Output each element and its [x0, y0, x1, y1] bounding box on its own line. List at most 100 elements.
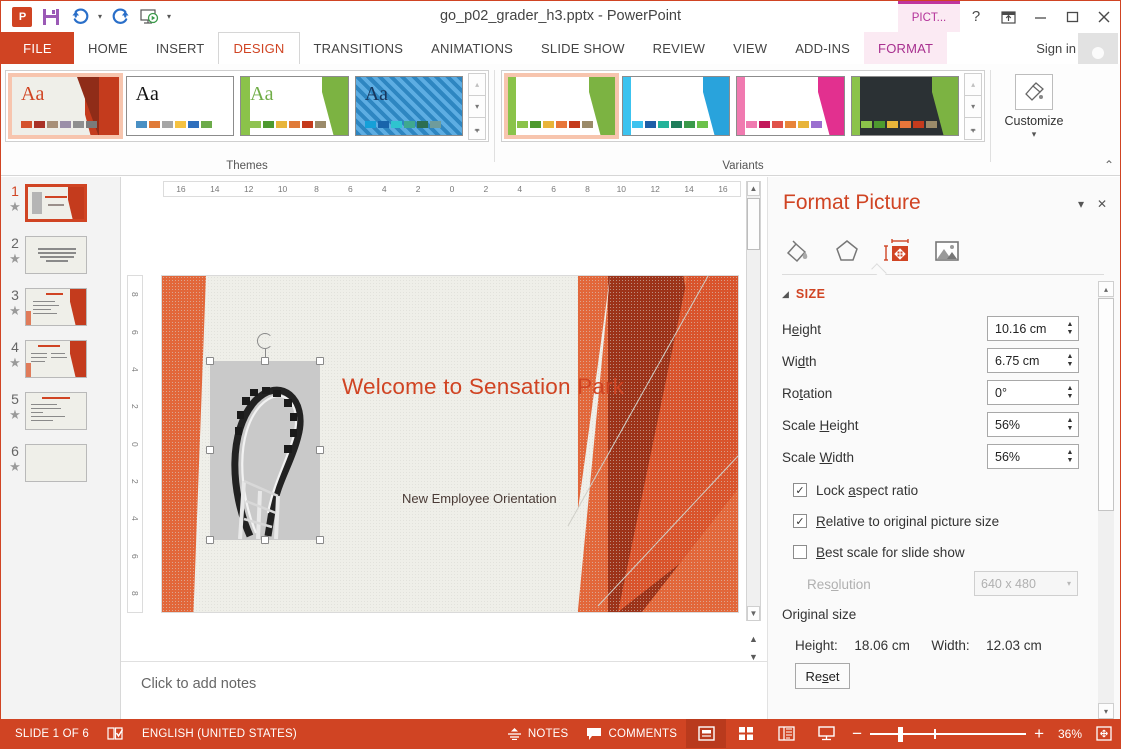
variant-thumbnail[interactable] — [621, 76, 731, 136]
tab-format[interactable]: FORMAT — [864, 32, 948, 64]
theme-thumbnail[interactable]: Aa — [354, 76, 464, 136]
collapse-ribbon-icon[interactable]: ⌃ — [1104, 158, 1114, 172]
notes-button[interactable]: NOTES — [498, 719, 578, 748]
tab-review[interactable]: REVIEW — [639, 32, 719, 64]
theme-thumbnail[interactable]: Aa — [8, 73, 123, 139]
slide-thumbnail-5[interactable]: 5 ★ — [1, 385, 120, 437]
fill-and-line-icon[interactable] — [782, 236, 812, 266]
rotation-value[interactable]: 0° — [988, 386, 1062, 400]
height-value[interactable]: 10.16 cm — [988, 322, 1062, 336]
normal-view-button[interactable] — [686, 719, 727, 748]
checkbox-box[interactable] — [793, 545, 807, 559]
slide-thumbnail-1[interactable]: 1 ★ — [1, 177, 120, 229]
tab-transitions[interactable]: TRANSITIONS — [300, 32, 418, 64]
close-button[interactable] — [1088, 1, 1120, 32]
reading-view-button[interactable] — [766, 719, 806, 748]
checkbox-box[interactable]: ✓ — [793, 483, 807, 497]
comments-button[interactable]: COMMENTS — [577, 719, 686, 748]
size-and-properties-icon[interactable] — [882, 236, 912, 266]
panel-scroll-down-icon[interactable]: ▾ — [1098, 703, 1114, 719]
section-expander-icon[interactable]: ◢ — [782, 289, 789, 300]
variant-thumbnail[interactable] — [504, 73, 619, 139]
tab-add-ins[interactable]: ADD-INS — [781, 32, 864, 64]
customize-button[interactable]: Customize ▾ — [994, 74, 1074, 140]
scrollbar-thumb[interactable] — [747, 198, 760, 250]
scale-height-stepper[interactable]: 56% ▲ ▼ — [987, 412, 1079, 437]
slide-sorter-view-button[interactable] — [726, 719, 766, 748]
variant-thumbnail[interactable] — [736, 76, 845, 136]
notes-pane[interactable]: Click to add notes — [121, 661, 767, 719]
language-status[interactable]: ENGLISH (UNITED STATES) — [133, 719, 306, 748]
picture-icon[interactable] — [932, 236, 962, 266]
redo-icon[interactable] — [107, 4, 133, 29]
undo-icon[interactable] — [67, 4, 93, 29]
slide-thumbnail-6[interactable]: 6 ★ — [1, 437, 120, 489]
maximize-button[interactable] — [1056, 1, 1088, 32]
checkbox-box[interactable]: ✓ — [793, 514, 807, 528]
scale-width-value[interactable]: 56% — [988, 450, 1062, 464]
tab-view[interactable]: VIEW — [719, 32, 781, 64]
gallery-scroll-up-icon[interactable]: ▴ — [468, 73, 487, 96]
scale-width-spin-buttons[interactable]: ▲ ▼ — [1062, 445, 1078, 468]
resize-handle-e[interactable] — [316, 446, 324, 454]
rotation-stepper[interactable]: 0° ▲ ▼ — [987, 380, 1079, 405]
resize-handle-ne[interactable] — [316, 357, 324, 365]
panel-scrollbar[interactable]: ▴ ▾ — [1098, 281, 1114, 719]
zoom-slider-handle[interactable] — [898, 726, 904, 742]
theme-thumbnail[interactable]: Aa — [125, 76, 235, 136]
rotation-spin-buttons[interactable]: ▲ ▼ — [1062, 381, 1078, 404]
best-scale-checkbox[interactable]: Best scale for slide show — [782, 537, 1092, 567]
fit-slide-to-window-button[interactable] — [1088, 719, 1120, 748]
scale-height-value[interactable]: 56% — [988, 418, 1062, 432]
lock-aspect-ratio-checkbox[interactable]: ✓ Lock aspect ratio — [782, 475, 1092, 505]
reset-button[interactable]: Re s et — [795, 663, 850, 689]
resize-handle-w[interactable] — [206, 446, 214, 454]
relative-to-original-checkbox[interactable]: ✓ Relative to original picture size — [782, 506, 1092, 536]
powerpoint-logo-icon[interactable]: P — [9, 4, 35, 29]
gallery-scroll-down-icon[interactable]: ▾ — [964, 95, 983, 118]
width-stepper[interactable]: 6.75 cm ▲ ▼ — [987, 348, 1079, 373]
effects-icon[interactable] — [832, 236, 862, 266]
slide-canvas[interactable]: Welcome to Sensation Park New Employee O… — [161, 275, 739, 613]
vertical-ruler[interactable]: 8 6 4 2 0 2 4 6 8 — [127, 275, 143, 613]
tab-design[interactable]: DESIGN — [218, 32, 300, 64]
tab-slide-show[interactable]: SLIDE SHOW — [527, 32, 639, 64]
chevron-down-icon[interactable]: ▾ — [1067, 579, 1071, 588]
start-slideshow-icon[interactable] — [136, 4, 162, 29]
scale-width-stepper[interactable]: 56% ▲ ▼ — [987, 444, 1079, 469]
width-value[interactable]: 6.75 cm — [988, 354, 1062, 368]
scroll-up-icon[interactable]: ▲ — [747, 181, 760, 196]
slide-vertical-scrollbar[interactable]: ▲ ▼ — [746, 181, 761, 621]
resize-handle-se[interactable] — [316, 536, 324, 544]
panel-scrollbar-thumb[interactable] — [1098, 298, 1114, 511]
rotate-handle[interactable] — [257, 333, 273, 349]
tab-insert[interactable]: INSERT — [142, 32, 219, 64]
width-spin-buttons[interactable]: ▲ ▼ — [1062, 349, 1078, 372]
variant-thumbnail[interactable] — [850, 76, 960, 136]
size-section-header[interactable]: ◢ SIZE — [782, 287, 825, 301]
tab-home[interactable]: HOME — [74, 32, 142, 64]
save-icon[interactable] — [38, 4, 64, 29]
tab-animations[interactable]: ANIMATIONS — [417, 32, 527, 64]
resize-handle-sw[interactable] — [206, 536, 214, 544]
sign-in-button[interactable]: Sign in — [1036, 32, 1076, 64]
help-icon[interactable]: ? — [960, 1, 992, 32]
selected-picture[interactable] — [206, 333, 324, 544]
resize-handle-s[interactable] — [261, 536, 269, 544]
chevron-down-icon[interactable]: ▾ — [994, 129, 1074, 140]
slide-thumbnail-4[interactable]: 4 ★ — [1, 333, 120, 385]
panel-menu-icon[interactable]: ▾ — [1078, 197, 1084, 211]
slide-show-button[interactable] — [806, 719, 846, 748]
gallery-scroll-up-icon[interactable]: ▴ — [964, 73, 983, 96]
zoom-in-button[interactable]: + — [1034, 724, 1044, 744]
zoom-out-button[interactable]: − — [852, 724, 862, 744]
slide-subtitle[interactable]: New Employee Orientation — [402, 491, 557, 506]
panel-scroll-up-icon[interactable]: ▴ — [1098, 281, 1114, 297]
undo-dropdown-icon[interactable]: ▾ — [96, 12, 104, 21]
customize-qat-icon[interactable]: ▾ — [165, 12, 173, 21]
theme-thumbnail[interactable]: Aa — [240, 76, 349, 136]
ribbon-display-options-icon[interactable] — [992, 1, 1024, 32]
zoom-slider[interactable] — [870, 724, 1027, 744]
panel-close-icon[interactable]: ✕ — [1097, 197, 1107, 211]
gallery-scroll-down-icon[interactable]: ▾ — [468, 95, 487, 118]
